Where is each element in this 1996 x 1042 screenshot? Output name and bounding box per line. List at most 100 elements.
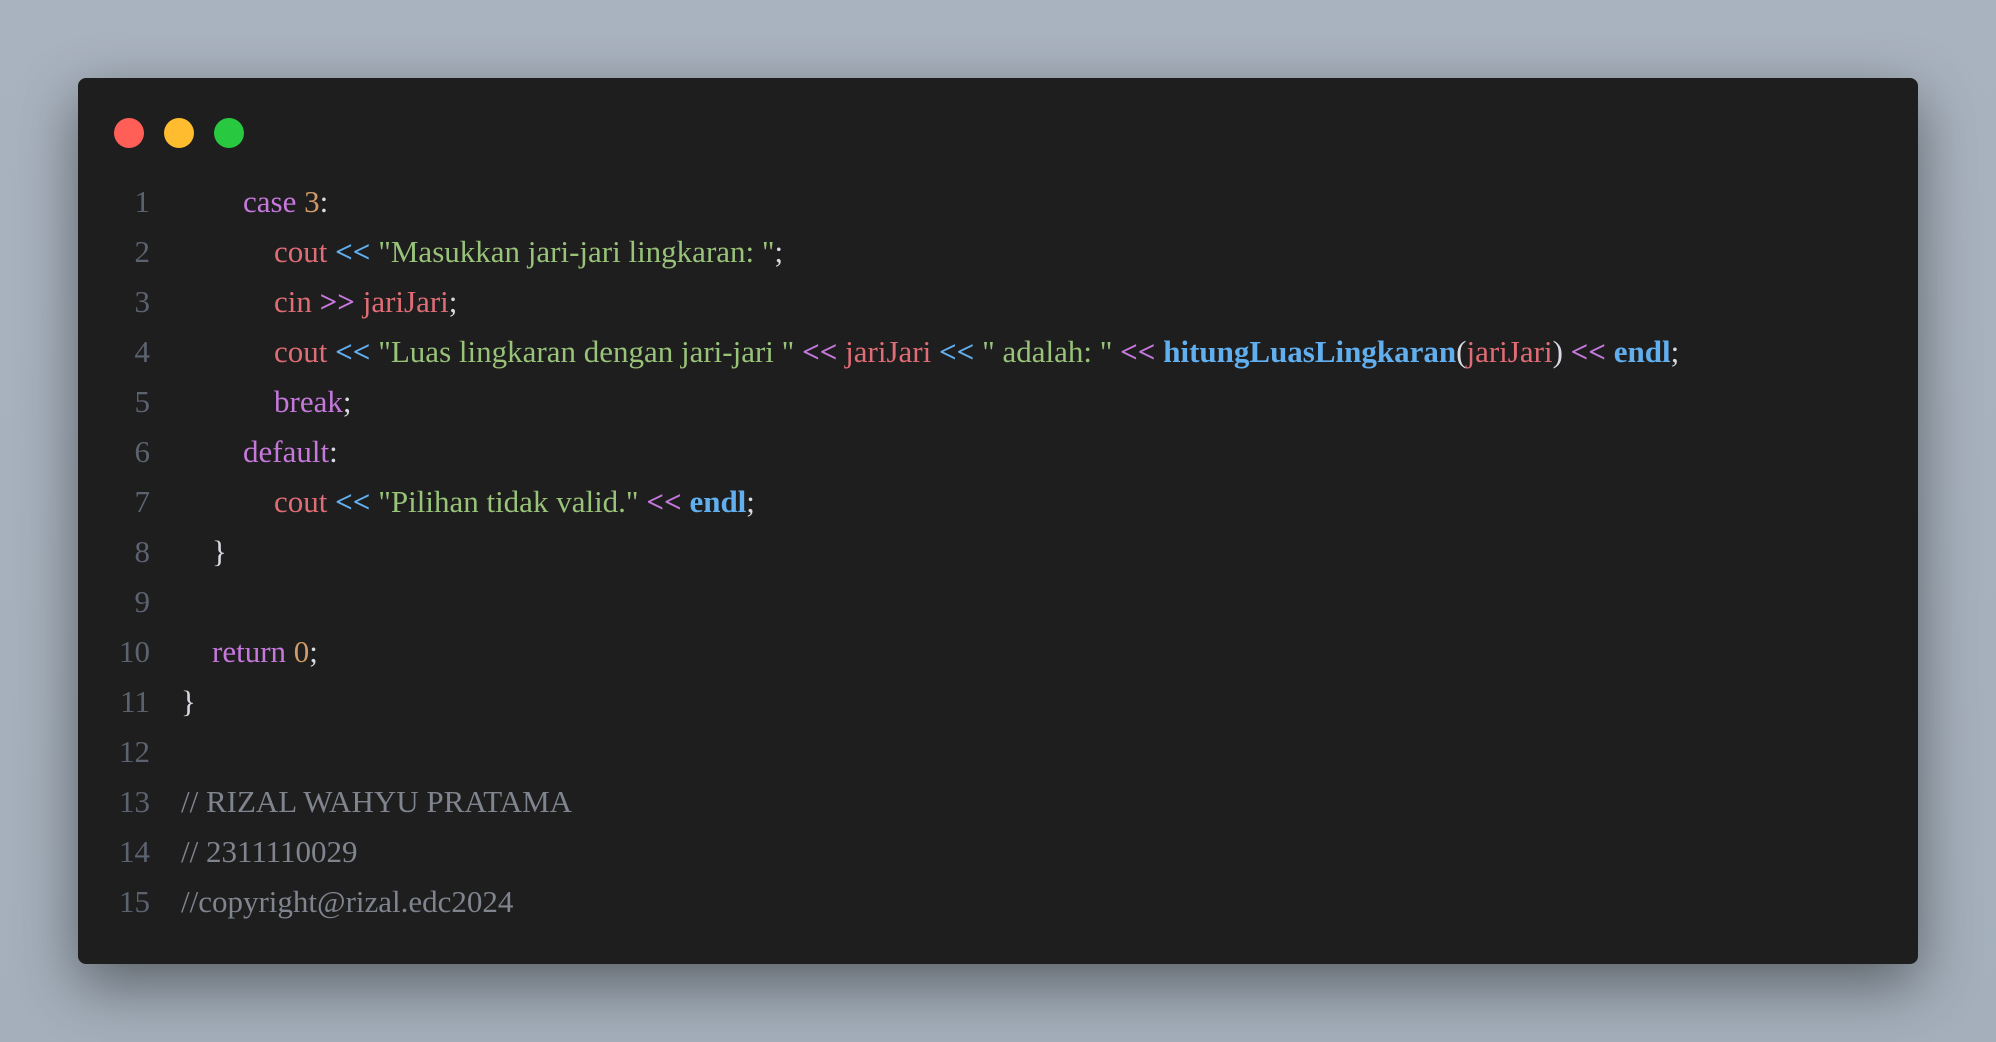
code-line: 10 return 0; bbox=[78, 627, 1679, 677]
line-number: 4 bbox=[134, 334, 151, 369]
line-text: break; bbox=[181, 377, 351, 427]
code-token: << bbox=[646, 484, 682, 519]
line-text: // RIZAL WAHYU PRATAMA bbox=[181, 777, 572, 827]
code-token: << bbox=[335, 234, 371, 269]
line-text: } bbox=[181, 527, 227, 577]
code-line: 11} bbox=[78, 677, 1679, 727]
line-number: 7 bbox=[134, 484, 151, 519]
code-token: "Masukkan jari-jari lingkaran: " bbox=[378, 234, 775, 269]
code-token: jariJari bbox=[1466, 334, 1553, 369]
line-number: 9 bbox=[134, 584, 151, 619]
code-token: : bbox=[329, 434, 338, 469]
code-line: 15 //copyright@rizal.edc2024 bbox=[78, 877, 1679, 927]
code-token: << bbox=[938, 334, 975, 369]
code-line: 4 cout << "Luas lingkaran dengan jari-ja… bbox=[78, 327, 1680, 377]
line-text: //copyright@rizal.edc2024 bbox=[181, 877, 513, 927]
code-token: ; bbox=[774, 234, 784, 269]
code-token: cout bbox=[274, 484, 328, 519]
code-token: >> bbox=[319, 284, 355, 319]
code-token: } bbox=[181, 684, 196, 719]
code-token: // RIZAL WAHYU PRATAMA bbox=[181, 784, 573, 819]
line-text: } bbox=[181, 677, 196, 727]
code-token: << bbox=[335, 484, 371, 519]
code-line: 6 default: bbox=[78, 427, 1679, 477]
code-token: case bbox=[243, 184, 297, 219]
code-line: 5 break; bbox=[78, 377, 1679, 427]
line-text: return 0; bbox=[181, 627, 318, 677]
minimize-dot-icon[interactable] bbox=[164, 118, 194, 148]
line-number: 2 bbox=[134, 234, 151, 269]
code-token: ( bbox=[1456, 334, 1467, 369]
code-token: << bbox=[802, 334, 838, 369]
code-token: << bbox=[335, 334, 371, 369]
line-number: 14 bbox=[119, 834, 150, 869]
code-token: "Luas lingkaran dengan jari-jari " bbox=[378, 334, 795, 369]
code-line: 8 } bbox=[78, 527, 1679, 577]
code-line: 2 cout << "Masukkan jari-jari lingkaran:… bbox=[78, 227, 1679, 277]
line-number: 5 bbox=[134, 384, 151, 419]
line-text: // 2311110029 bbox=[181, 827, 358, 877]
maximize-dot-icon[interactable] bbox=[214, 118, 244, 148]
code-token: ; bbox=[342, 384, 352, 419]
code-token: ; bbox=[746, 484, 755, 519]
line-number: 15 bbox=[119, 884, 150, 919]
code-line: 14 // 2311110029 bbox=[78, 827, 1679, 877]
code-token: endl bbox=[689, 484, 747, 519]
code-line: 9 bbox=[78, 577, 1679, 627]
code-token: ; bbox=[309, 634, 318, 669]
code-line: 12 bbox=[78, 727, 1679, 777]
line-number: 6 bbox=[134, 434, 151, 469]
line-text: cout << "Masukkan jari-jari lingkaran: "… bbox=[181, 227, 783, 277]
code-token: cout bbox=[274, 234, 328, 269]
code-token: return bbox=[212, 634, 287, 669]
window-controls bbox=[114, 118, 244, 148]
code-block: 1 case 3: 2 cout << "Masukkan jari-jari l… bbox=[78, 177, 1679, 927]
code-token: 3 bbox=[304, 184, 320, 219]
close-dot-icon[interactable] bbox=[114, 118, 144, 148]
code-token: << bbox=[1570, 334, 1606, 369]
line-text: cout << "Luas lingkaran dengan jari-jari… bbox=[181, 327, 1679, 377]
line-number: 13 bbox=[119, 784, 150, 819]
code-token: " adalah: " bbox=[982, 334, 1113, 369]
line-number: 11 bbox=[120, 684, 150, 719]
code-token: jariJari bbox=[362, 284, 449, 319]
line-text: case 3: bbox=[181, 177, 328, 227]
code-token: break bbox=[274, 384, 343, 419]
code-token: ) bbox=[1552, 334, 1563, 369]
code-line: 3 cin >> jariJari; bbox=[78, 277, 1679, 327]
code-token: hitungLuasLingkaran bbox=[1163, 334, 1457, 369]
code-token: } bbox=[212, 534, 227, 569]
code-token: : bbox=[319, 184, 329, 219]
line-number: 8 bbox=[134, 534, 151, 569]
code-token: cin bbox=[274, 284, 312, 319]
line-number: 10 bbox=[119, 634, 150, 669]
code-line: 7 cout << "Pilihan tidak valid." << endl… bbox=[78, 477, 1679, 527]
line-number: 12 bbox=[119, 734, 150, 769]
code-token: ; bbox=[448, 284, 458, 319]
line-text: cin >> jariJari; bbox=[181, 277, 457, 327]
code-line: 1 case 3: bbox=[78, 177, 1679, 227]
code-line: 13 // RIZAL WAHYU PRATAMA bbox=[78, 777, 1679, 827]
code-token: default bbox=[243, 434, 330, 469]
code-token: cout bbox=[274, 334, 328, 369]
